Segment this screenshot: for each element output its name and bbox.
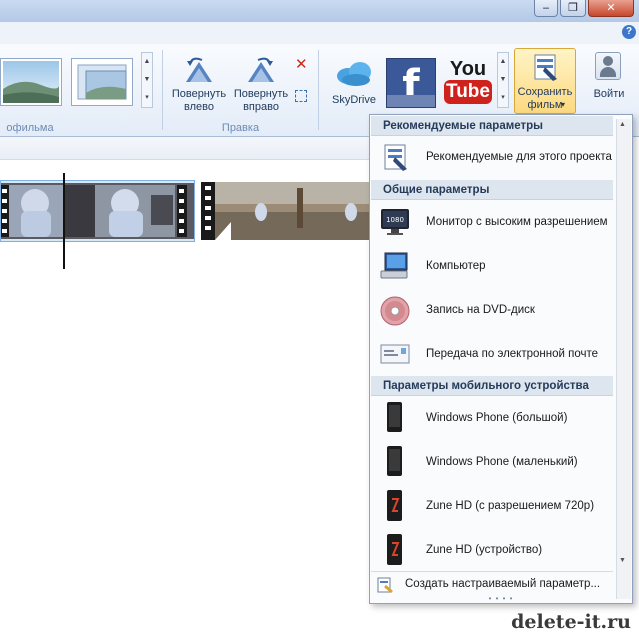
ribbon-separator (162, 50, 163, 130)
group-label-film: офильма (6, 122, 54, 134)
zune-player-icon (387, 534, 402, 565)
phone-icon (387, 446, 402, 476)
sign-in-button[interactable]: Войти (586, 50, 632, 110)
theme-thumbnail-1[interactable] (0, 58, 62, 106)
facebook-logo-band (387, 95, 435, 107)
pan-zoom-thumbnail-image (77, 64, 127, 100)
menu-item-hd-monitor[interactable]: 1080 Монитор с высоким разрешением (371, 201, 613, 245)
rotate-right-icon (248, 57, 274, 82)
rotate-left-label: Повернуть влево (171, 88, 227, 113)
menu-label-email: Передача по электронной почте (426, 348, 599, 360)
menu-item-dvd[interactable]: Запись на DVD-диск (371, 289, 613, 333)
chevron-down-icon: ▾ (561, 100, 566, 109)
help-icon[interactable]: ? (622, 25, 636, 39)
menu-label-zune-720: Zune HD (с разрешением 720p) (426, 500, 595, 512)
save-movie-button[interactable]: Сохранить фильм ▾ (514, 48, 576, 114)
skydrive-button[interactable]: SkyDrive (326, 54, 382, 114)
save-movie-menu: Рекомендуемые параметры Рекомендуемые дл… (369, 114, 633, 604)
section-general: Общие параметры (371, 180, 613, 200)
playhead[interactable] (63, 173, 65, 269)
computer-icon (380, 252, 408, 279)
maximize-icon: ❐ (568, 1, 578, 14)
clip-selected[interactable] (0, 180, 195, 242)
menu-item-wp-small[interactable]: Windows Phone (маленький) (371, 441, 613, 485)
menu-label-dvd: Запись на DVD-диск (426, 304, 535, 316)
minimize-button[interactable]: ‒ (534, 0, 558, 17)
hd-badge-text: 1080 (386, 216, 404, 224)
zune-player-icon (387, 490, 402, 521)
scroll-up-icon[interactable]: ▲ (619, 121, 626, 128)
hd-monitor-icon: 1080 (381, 209, 409, 235)
menu-label-recommended-project: Рекомендуемые для этого проекта (426, 151, 612, 163)
phone-icon (387, 402, 402, 432)
rotate-left-icon (186, 57, 212, 82)
rotate-right-label: Повернуть вправо (233, 88, 289, 113)
menu-item-computer[interactable]: Компьютер (371, 245, 613, 289)
clip-2[interactable] (201, 182, 371, 240)
share-gallery-scroll[interactable]: ▲ ▼ ▾ (497, 52, 509, 108)
menu-label-computer: Компьютер (426, 260, 486, 272)
maximize-button[interactable]: ❐ (560, 0, 586, 17)
save-movie-label: Сохранить фильм (517, 86, 573, 111)
remove-icon[interactable]: ✕ (295, 57, 309, 72)
youtube-logo-text: You (449, 58, 487, 80)
rotate-left-button[interactable]: Повернуть влево (168, 50, 230, 118)
youtube-button[interactable]: You Tube (442, 56, 494, 108)
landscape-thumbnail-image (3, 61, 60, 103)
save-movie-icon (534, 54, 557, 81)
sign-in-label: Войти (593, 88, 625, 100)
close-button[interactable]: ✕ (588, 0, 634, 17)
menu-label-wp-large: Windows Phone (большой) (426, 412, 568, 424)
menu-item-email[interactable]: Передача по электронной почте (371, 333, 613, 377)
menu-scrollbar[interactable]: ▲ ▼ (616, 119, 631, 599)
menu-resize-grip[interactable]: • • • • (370, 595, 632, 603)
menu-label-wp-small: Windows Phone (маленький) (426, 456, 578, 468)
menu-label-hd-monitor: Монитор с высоким разрешением (426, 216, 608, 228)
close-icon: ✕ (606, 1, 616, 14)
ribbon-separator (318, 50, 319, 130)
menu-item-zune-device[interactable]: Zune HD (устройство) (371, 529, 613, 571)
clip-frames-image (1, 183, 194, 239)
select-all-icon[interactable] (295, 90, 307, 102)
menu-item-recommended-project[interactable]: Рекомендуемые для этого проекта (371, 137, 613, 179)
menu-label-custom: Создать настраиваемый параметр... (405, 578, 601, 590)
user-icon (595, 52, 621, 80)
skydrive-label: SkyDrive (331, 94, 376, 106)
menu-item-wp-large[interactable]: Windows Phone (большой) (371, 397, 613, 441)
section-mobile: Параметры мобильного устройства (371, 376, 613, 396)
facebook-button[interactable]: f (386, 58, 436, 108)
custom-settings-icon (377, 577, 393, 593)
menu-label-zune-device: Zune HD (устройство) (426, 544, 543, 556)
email-envelope-icon (380, 344, 410, 364)
recommended-settings-icon (384, 144, 407, 171)
theme-thumbnail-2[interactable] (71, 58, 133, 106)
skydrive-cloud-icon (337, 62, 371, 86)
rotate-right-button[interactable]: Повернуть вправо (230, 50, 292, 118)
menu-item-zune-720[interactable]: Zune HD (с разрешением 720p) (371, 485, 613, 529)
watermark-text: delete-it.ru (511, 611, 631, 633)
ribbon-tab-strip (0, 22, 639, 45)
youtube-logo-tube: Tube (444, 80, 492, 104)
minimize-icon: ‒ (542, 1, 550, 14)
storyboard-header (0, 137, 370, 160)
group-label-edit: Правка (221, 122, 260, 134)
scroll-down-icon[interactable]: ▼ (619, 557, 626, 564)
clip-2-frames-image (201, 182, 371, 240)
dvd-disc-icon (380, 296, 410, 326)
theme-gallery-scroll[interactable]: ▲ ▼ ▾ (141, 52, 153, 108)
section-recommended: Рекомендуемые параметры (371, 116, 613, 136)
